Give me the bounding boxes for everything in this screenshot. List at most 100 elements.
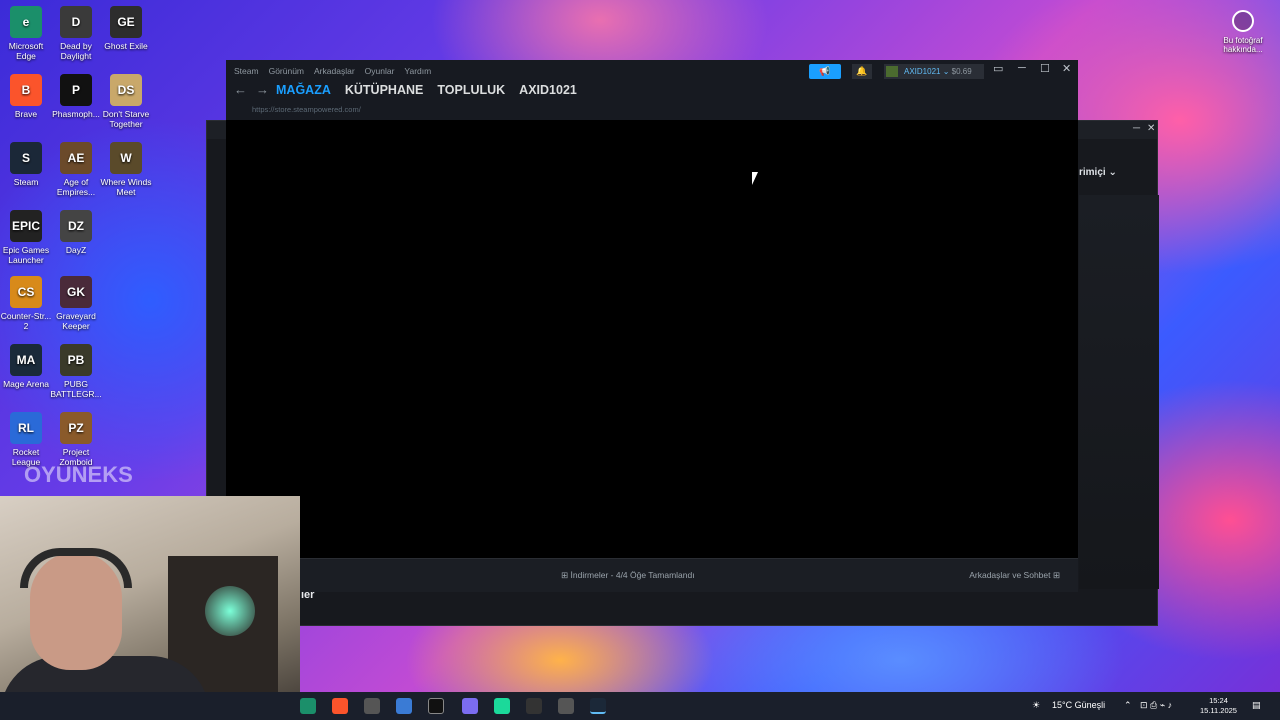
- big-picture-icon[interactable]: ▭: [993, 62, 1003, 75]
- desktop-icon[interactable]: EPIC Epic Games Launcher: [0, 210, 52, 265]
- desktop-app-icon: MA: [10, 344, 42, 376]
- mouse-cursor-icon: [752, 172, 758, 185]
- steam-footer: ⊞ İndirmeler - 4/4 Öğe Tamamlandı Arkada…: [226, 558, 1078, 592]
- photo-info-label: Bu fotoğraf hakkında...: [1223, 36, 1263, 54]
- taskbar-terminal-icon[interactable]: [428, 698, 444, 714]
- desktop-icon[interactable]: DS Don't Starve Together: [100, 74, 152, 129]
- chevron-up-icon[interactable]: ⌃: [1124, 700, 1132, 711]
- desktop-app-icon: GE: [110, 6, 142, 38]
- desktop-icon-label: Ghost Exile: [104, 41, 148, 51]
- desktop-icon-label: DayZ: [65, 245, 87, 255]
- forward-arrow-icon[interactable]: →: [256, 82, 269, 97]
- taskbar-green-app-icon[interactable]: [494, 698, 510, 714]
- desktop-app-icon: W: [110, 142, 142, 174]
- menu-help[interactable]: Yardım: [404, 66, 431, 76]
- tab-library[interactable]: KÜTÜPHANE: [345, 83, 423, 97]
- chat-icon: ⊞: [1052, 570, 1060, 580]
- steam-menubar: Steam Görünüm Arkadaşlar Oyunlar Yardım: [234, 66, 431, 76]
- desktop-icon[interactable]: GK Graveyard Keeper: [50, 276, 102, 331]
- desktop-icon[interactable]: CS Counter-Str... 2: [0, 276, 52, 331]
- system-clock[interactable]: 15:24 15.11.2025: [1200, 696, 1237, 716]
- desktop-icon-label: PUBG BATTLEGR...: [50, 379, 102, 399]
- menu-steam[interactable]: Steam: [234, 66, 259, 76]
- desktop-icon-label: Epic Games Launcher: [2, 245, 50, 265]
- tab-store[interactable]: MAĞAZA: [276, 83, 331, 97]
- minimize-icon[interactable]: ─: [1018, 62, 1026, 74]
- desktop-app-icon: B: [10, 74, 42, 106]
- steam-nav: MAĞAZA KÜTÜPHANE TOPLULUK AXID1021: [276, 83, 577, 97]
- download-icon: ⊞: [561, 570, 569, 580]
- taskbar-brave-icon[interactable]: [332, 698, 348, 714]
- desktop-icon-label: Don't Starve Together: [102, 109, 150, 129]
- taskbar-edge-icon[interactable]: [300, 698, 316, 714]
- weather-icon: ☀: [1032, 700, 1041, 710]
- notifications-button[interactable]: 🔔: [852, 64, 872, 79]
- account-name: AXID1021: [904, 67, 941, 76]
- menu-friends[interactable]: Arkadaşlar: [314, 66, 355, 76]
- taskbar-app-icon[interactable]: [364, 698, 380, 714]
- account-menu[interactable]: AXID1021 ⌄ $0.69: [884, 64, 984, 79]
- desktop-icon-label: Graveyard Keeper: [56, 311, 96, 331]
- back-arrow-icon[interactable]: ←: [234, 82, 247, 97]
- taskbar-store-icon[interactable]: [396, 698, 412, 714]
- desktop-icon[interactable]: PB PUBG BATTLEGR...: [50, 344, 102, 399]
- desktop-icon-label: Phasmoph...: [52, 109, 100, 119]
- maximize-icon[interactable]: ☐: [1040, 62, 1050, 75]
- desktop-app-icon: CS: [10, 276, 42, 308]
- desktop-icon-label: Microsoft Edge: [8, 41, 44, 61]
- desktop-app-icon: S: [10, 142, 42, 174]
- friends-chat-button[interactable]: Arkadaşlar ve Sohbet ⊞: [969, 570, 1060, 581]
- announcements-button[interactable]: 📢: [809, 64, 841, 79]
- taskbar-a-app-icon[interactable]: [526, 698, 542, 714]
- tab-profile[interactable]: AXID1021: [519, 83, 577, 97]
- desktop-icon[interactable]: e Microsoft Edge: [0, 6, 52, 61]
- downloads-status[interactable]: ⊞ İndirmeler - 4/4 Öğe Tamamlandı: [561, 570, 695, 581]
- menu-view[interactable]: Görünüm: [269, 66, 304, 76]
- desktop-icon[interactable]: GE Ghost Exile: [100, 6, 152, 51]
- close-icon[interactable]: ✕: [1062, 62, 1071, 75]
- tray-icons[interactable]: ⊡ ⎙ ⌁ ♪: [1140, 700, 1172, 711]
- taskbar-discord-icon[interactable]: [462, 698, 478, 714]
- desktop-icon[interactable]: PZ Project Zomboid: [50, 412, 102, 467]
- desktop-icon[interactable]: B Brave: [0, 74, 52, 119]
- desktop-icon-label: Steam: [13, 177, 39, 187]
- photo-info-icon: [1232, 10, 1254, 32]
- store-url: https://store.steampowered.com/: [252, 105, 361, 114]
- friends-close-icon[interactable]: ✕: [1147, 123, 1155, 134]
- taskbar-steam-icon[interactable]: [590, 698, 606, 714]
- photo-info-button[interactable]: Bu fotoğraf hakkında...: [1218, 10, 1268, 54]
- desktop-app-icon: D: [60, 6, 92, 38]
- bell-icon: 🔔: [856, 66, 868, 76]
- friends-minimize-icon[interactable]: ─: [1133, 123, 1140, 134]
- notification-icon[interactable]: ▤: [1252, 700, 1261, 711]
- weather-text[interactable]: 15°C Güneşli: [1052, 700, 1105, 710]
- desktop-app-icon: P: [60, 74, 92, 106]
- friends-status-dropdown[interactable]: rimiçi ⌄: [1079, 167, 1117, 178]
- desktop-icon[interactable]: RL Rocket League: [0, 412, 52, 467]
- avatar: [886, 66, 898, 77]
- desktop-app-icon: DS: [110, 74, 142, 106]
- desktop-icon[interactable]: W Where Winds Meet: [100, 142, 152, 197]
- desktop-icon-label: Mage Arena: [3, 379, 49, 389]
- desktop-icon[interactable]: P Phasmoph...: [50, 74, 102, 119]
- webcam-overlay: [0, 496, 300, 720]
- stream-watermark: OYUNEKS: [24, 462, 133, 487]
- desktop-icon[interactable]: DZ DayZ: [50, 210, 102, 255]
- taskbar-game-icon[interactable]: [558, 698, 574, 714]
- steam-header: Steam Görünüm Arkadaşlar Oyunlar Yardım …: [226, 60, 1078, 120]
- desktop-icon[interactable]: MA Mage Arena: [0, 344, 52, 389]
- desktop-app-icon: EPIC: [10, 210, 42, 242]
- desktop-icon-label: Age of Empires...: [56, 177, 96, 197]
- menu-games[interactable]: Oyunlar: [365, 66, 395, 76]
- desktop-app-icon: PZ: [60, 412, 92, 444]
- tab-community[interactable]: TOPLULUK: [437, 83, 505, 97]
- desktop-icon[interactable]: AE Age of Empires...: [50, 142, 102, 197]
- friends-list-panel: [1079, 195, 1159, 589]
- desktop-icon-label: Counter-Str... 2: [0, 311, 52, 331]
- desktop-icon-label: Brave: [14, 109, 38, 119]
- megaphone-icon: 📢: [819, 66, 831, 76]
- desktop-app-icon: e: [10, 6, 42, 38]
- desktop-icon[interactable]: D Dead by Daylight: [50, 6, 102, 61]
- desktop-app-icon: GK: [60, 276, 92, 308]
- desktop-icon[interactable]: S Steam: [0, 142, 52, 187]
